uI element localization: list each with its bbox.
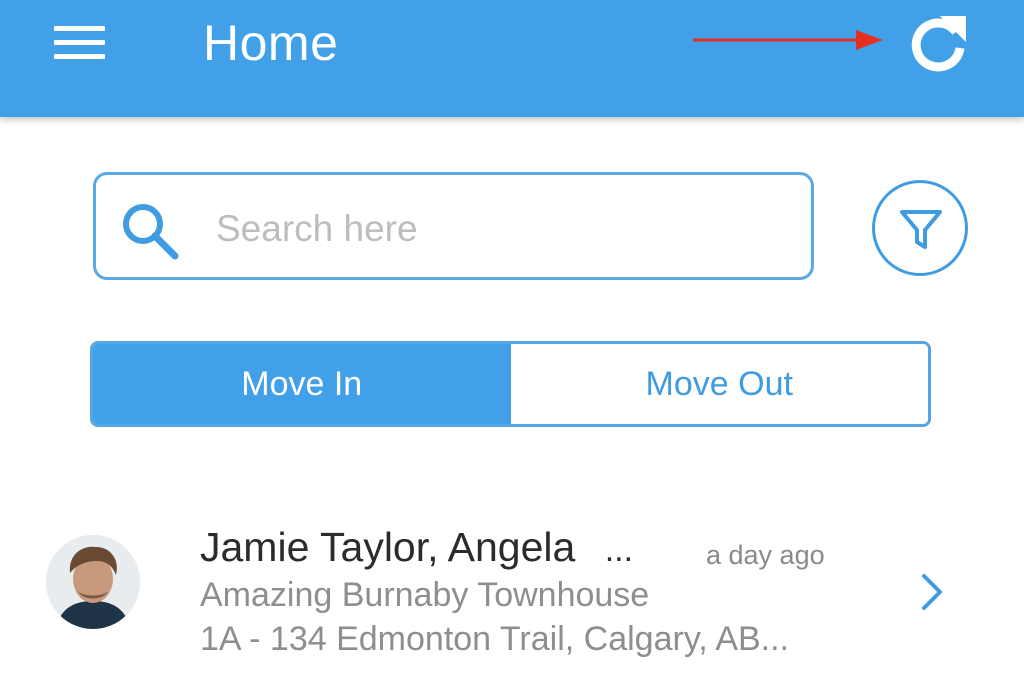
hamburger-menu-icon bbox=[54, 26, 105, 31]
item-timestamp: a day ago bbox=[706, 540, 825, 570]
filter-button[interactable] bbox=[872, 180, 968, 276]
menu-button[interactable] bbox=[50, 20, 110, 66]
item-property: Amazing Burnaby Townhouse bbox=[200, 576, 650, 614]
page-title: Home bbox=[203, 15, 339, 71]
item-name-text: Jamie Taylor, Angela bbox=[200, 524, 576, 570]
app-bar: Home bbox=[0, 0, 1024, 117]
refresh-button[interactable] bbox=[902, 6, 974, 78]
move-tabs: Move In Move Out bbox=[90, 341, 931, 427]
hamburger-line bbox=[54, 54, 105, 59]
search-box bbox=[93, 172, 814, 280]
annotation-arrow-icon bbox=[693, 30, 883, 50]
search-icon bbox=[123, 204, 179, 260]
item-name-ellipsis: ... bbox=[604, 531, 634, 569]
filter-funnel-icon bbox=[900, 210, 942, 249]
refresh-icon bbox=[911, 16, 966, 72]
list-item[interactable]: Jamie Taylor, Angela ... a day ago Amazi… bbox=[0, 510, 1024, 670]
hamburger-line bbox=[54, 40, 105, 45]
chevron-right-icon bbox=[922, 574, 942, 610]
user-avatar bbox=[46, 535, 140, 629]
item-name: Jamie Taylor, Angela ... bbox=[200, 524, 633, 571]
tab-move-out[interactable]: Move Out bbox=[510, 344, 928, 424]
tab-move-in[interactable]: Move In bbox=[93, 344, 511, 424]
item-address: 1A - 134 Edmonton Trail, Calgary, AB... bbox=[200, 620, 790, 658]
search-input[interactable] bbox=[214, 203, 788, 255]
